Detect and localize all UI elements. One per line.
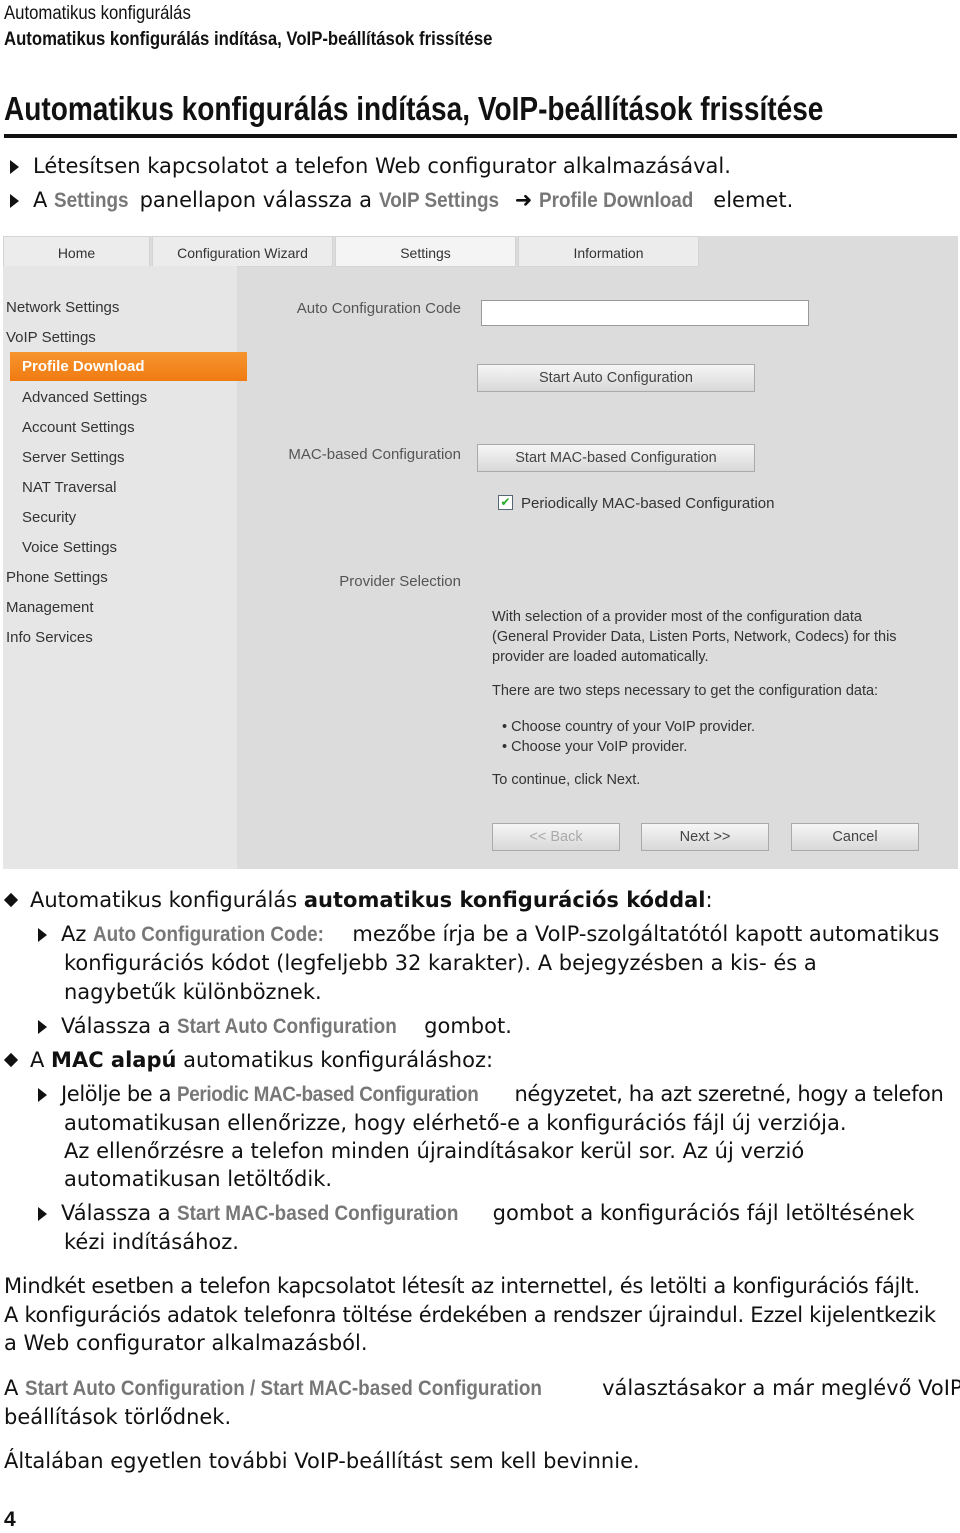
- paragraph: A Start Auto Configuration / Start MAC-b…: [4, 1374, 960, 1403]
- info-text: To continue, click Next.: [492, 772, 641, 788]
- ui-ref: Start MAC-based Configuration: [177, 1202, 459, 1225]
- start-mac-configuration-button[interactable]: Start MAC-based Configuration: [477, 444, 755, 472]
- text: kézi indításához.: [64, 1230, 239, 1254]
- start-auto-configuration-button[interactable]: Start Auto Configuration: [477, 364, 755, 392]
- sidebar-item-advanced-settings[interactable]: Advanced Settings: [22, 389, 147, 406]
- substep: Válassza a Start Auto Configuration gomb…: [38, 1012, 512, 1041]
- triangle-bullet-icon: [10, 194, 19, 208]
- text: A: [33, 188, 55, 212]
- diamond-bullet-icon: [3, 892, 19, 908]
- sidebar-item-nat-traversal[interactable]: NAT Traversal: [22, 479, 116, 496]
- web-configurator-screenshot: Home Configuration Wizard Settings Infor…: [3, 236, 958, 869]
- triangle-bullet-icon: [38, 1088, 47, 1102]
- text: automatikusan letöltődik.: [64, 1167, 333, 1191]
- ui-ref: Profile Download: [539, 189, 694, 212]
- step-1: Létesítsen kapcsolatot a telefon Web con…: [10, 152, 731, 181]
- substep: Válassza a Start MAC-based Configuration…: [38, 1199, 914, 1228]
- text: gombot a konfigurációs fájl letöltésének: [485, 1201, 915, 1225]
- text: Automatikus konfigurálás: [30, 888, 304, 912]
- text: automatikus konfiguráláshoz:: [176, 1048, 494, 1072]
- text: négyzetet, ha azt szeretné, hogy a telef…: [508, 1082, 944, 1106]
- paragraph: A konfigurációs adatok telefonra töltése…: [4, 1303, 936, 1327]
- auto-config-code-input[interactable]: [481, 300, 809, 326]
- paragraph: a Web configurator alkalmazásból.: [4, 1331, 368, 1355]
- sidebar-item-profile-download[interactable]: Profile Download: [10, 352, 247, 381]
- ui-ref: VoIP Settings: [378, 189, 499, 212]
- auto-config-code-label: Auto Configuration Code: [296, 300, 461, 317]
- info-text: (General Provider Data, Listen Ports, Ne…: [492, 629, 897, 645]
- sidebar-item-server-settings[interactable]: Server Settings: [22, 449, 125, 466]
- periodic-mac-checkbox[interactable]: ✔: [498, 495, 513, 510]
- triangle-bullet-icon: [38, 928, 47, 942]
- paragraph: beállítások törlődnek.: [4, 1405, 232, 1429]
- paragraph: Mindkét esetben a telefon kapcsolatot lé…: [4, 1274, 920, 1298]
- mac-config-label: MAC-based Configuration: [288, 446, 461, 463]
- page-number: 4: [4, 1508, 16, 1531]
- sidebar-item-info-services[interactable]: Info Services: [6, 629, 93, 646]
- sidebar-item-phone-settings[interactable]: Phone Settings: [6, 569, 108, 586]
- ui-ref: Settings: [54, 189, 129, 212]
- periodic-mac-label: Periodically MAC-based Configuration: [521, 495, 775, 512]
- title-rule: [4, 134, 957, 138]
- step-text: Létesítsen kapcsolatot a telefon Web con…: [33, 154, 731, 178]
- text: gombot.: [417, 1014, 512, 1038]
- info-text: With selection of a provider most of the…: [492, 609, 862, 625]
- ui-ref: Auto Configuration Code:: [93, 923, 325, 946]
- text: Choose your VoIP provider.: [511, 739, 688, 755]
- running-header-section: Automatikus konfigurálás: [4, 3, 191, 24]
- text: Choose country of your VoIP provider.: [511, 719, 756, 735]
- info-text: There are two steps necessary to get the…: [492, 683, 879, 699]
- method-auto-code: Automatikus konfigurálás automatikus kon…: [2, 886, 713, 915]
- running-header-subsection: Automatikus konfigurálás indítása, VoIP-…: [4, 29, 493, 50]
- provider-selection-label: Provider Selection: [339, 573, 461, 590]
- text: automatikus konfigurációs kóddal: [303, 888, 706, 912]
- text: Válassza a: [61, 1201, 178, 1225]
- substep: Az Auto Configuration Code: mezőbe írja …: [38, 920, 939, 949]
- sidebar-item-voip-settings[interactable]: VoIP Settings: [6, 329, 96, 346]
- cancel-button[interactable]: Cancel: [791, 823, 919, 851]
- ui-ref: Start Auto Configuration / Start MAC-bas…: [25, 1377, 542, 1400]
- diamond-bullet-icon: [3, 1052, 19, 1068]
- text: Az ellenőrzésre a telefon minden újraind…: [64, 1139, 805, 1163]
- sidebar-item-network-settings[interactable]: Network Settings: [6, 299, 119, 316]
- info-bullet: • Choose your VoIP provider.: [502, 739, 688, 755]
- sidebar-item-security[interactable]: Security: [22, 509, 76, 526]
- arrow-right-icon: ➜: [514, 188, 533, 212]
- tab-home[interactable]: Home: [3, 236, 150, 267]
- text: választásakor a már meglévő VoIP-: [595, 1376, 960, 1400]
- ui-ref: Periodic MAC-based Configuration: [177, 1083, 479, 1106]
- sidebar-item-account-settings[interactable]: Account Settings: [22, 419, 135, 436]
- ui-ref: Start Auto Configuration: [177, 1015, 398, 1038]
- text: MAC alapú: [51, 1048, 177, 1072]
- text: Jelölje be a: [61, 1082, 178, 1106]
- sidebar-item-voice-settings[interactable]: Voice Settings: [22, 539, 117, 556]
- text: Az: [61, 922, 94, 946]
- tab-information[interactable]: Information: [518, 236, 699, 267]
- triangle-bullet-icon: [38, 1020, 47, 1034]
- triangle-bullet-icon: [38, 1207, 47, 1221]
- triangle-bullet-icon: [10, 160, 19, 174]
- tab-settings[interactable]: Settings: [335, 236, 516, 267]
- text: konfigurációs kódot (legfeljebb 32 karak…: [64, 951, 817, 975]
- substep: Jelölje be a Periodic MAC-based Configur…: [38, 1080, 944, 1109]
- text: elemet.: [706, 188, 794, 212]
- text: A: [4, 1376, 26, 1400]
- next-button[interactable]: Next >>: [641, 823, 769, 851]
- text: mezőbe írja be a VoIP-szolgáltatótól kap…: [345, 922, 940, 946]
- text: nagybetűk különböznek.: [64, 980, 322, 1004]
- text: automatikusan ellenőrizze, hogy elérhető…: [64, 1111, 847, 1135]
- page-title: Automatikus konfigurálás indítása, VoIP-…: [4, 90, 824, 127]
- text: A: [30, 1048, 52, 1072]
- info-text: provider are loaded automatically.: [492, 649, 709, 665]
- method-mac: A MAC alapú automatikus konfiguráláshoz:: [2, 1046, 493, 1075]
- sidebar-item-management[interactable]: Management: [6, 599, 94, 616]
- info-bullet: • Choose country of your VoIP provider.: [502, 719, 756, 735]
- text: panellapon válassza a: [132, 188, 379, 212]
- step-2: A Settings panellapon válassza a VoIP Se…: [10, 186, 793, 215]
- text: Válassza a: [61, 1014, 178, 1038]
- tab-configuration-wizard[interactable]: Configuration Wizard: [152, 236, 333, 267]
- paragraph: Általában egyetlen további VoIP-beállítá…: [4, 1449, 640, 1473]
- back-button[interactable]: << Back: [492, 823, 620, 851]
